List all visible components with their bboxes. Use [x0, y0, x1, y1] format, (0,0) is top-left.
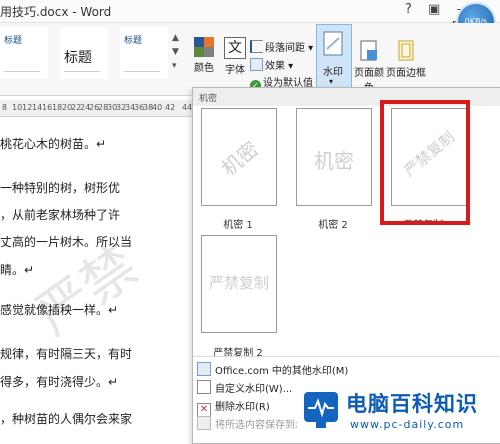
page-color-icon — [360, 40, 377, 61]
document-line: 睛。↵ — [0, 263, 35, 277]
ruler-tick: 12 — [22, 103, 33, 112]
help-button[interactable]: ? — [405, 2, 412, 17]
watermark-caption: 机密 1 — [223, 220, 253, 231]
watermark-thumb-text: 机密 — [216, 136, 263, 181]
fonts-label: 字体 — [225, 65, 245, 76]
ribbon-display-button[interactable]: ▣ — [428, 2, 440, 17]
gallery-section-title: 机密 — [199, 94, 218, 104]
fonts-icon: 文 — [224, 37, 246, 59]
style-gallery-item-1[interactable]: 标题 — [0, 27, 48, 79]
document-page[interactable]: 严禁 桃花心木的树苗。↵ 一种特别的树，树形优 ，从前老家林场种了许 丈高的一片… — [0, 117, 200, 442]
remove-watermark-icon: ✕ — [197, 403, 211, 417]
menu-separator — [193, 356, 499, 357]
watermark-caption: 机密 2 — [318, 220, 348, 231]
document-line: 一种特别的树，树形优 — [0, 181, 121, 195]
style-preview-line — [64, 71, 100, 72]
watermark-icon — [323, 31, 343, 56]
office-icon — [197, 362, 211, 376]
menu-item-save-to-gallery: 将所选内容保存到水印库(S)... — [197, 416, 297, 431]
fonts-button[interactable]: 文 字体 — [222, 37, 248, 76]
custom-watermark-icon — [197, 380, 211, 394]
logo-name: 电脑百科知识 — [346, 392, 478, 416]
style-preview-small: 标题 — [124, 36, 143, 46]
effects-icon — [250, 58, 263, 71]
style-preview-line — [4, 71, 40, 72]
ruler-tick: 44 — [182, 103, 193, 112]
document-line: 规律，有时隔三天，有时 — [0, 347, 133, 361]
style-preview-line — [124, 71, 160, 72]
ruler-tick: 10 — [12, 103, 23, 112]
title-bar: 用技巧.docx - Word ? ▣ — — [0, 0, 500, 23]
document-line: 桃花心木的树苗。↵ — [0, 137, 107, 151]
document-line: 感觉就像插秧一样。↵ — [0, 303, 119, 317]
style-preview-small: 标题 — [4, 36, 23, 46]
page-color-button[interactable]: 页面颜色 — [350, 40, 388, 94]
watermark-thumb-confidential-1[interactable]: 机密 — [201, 108, 277, 206]
colors-icon — [194, 37, 214, 57]
logo-url: www.pc-daily.com — [350, 418, 465, 431]
monitor-icon — [304, 392, 338, 422]
ruler-tick: 18 — [52, 103, 63, 112]
gallery-scroll[interactable]: ▲ ▼ ▾ — [172, 31, 182, 75]
ruler-tick: 40 — [152, 103, 163, 112]
paragraph-spacing-icon — [250, 40, 263, 53]
menu-label: 删除水印(R) — [215, 402, 270, 413]
chevron-down-icon: ▾ — [329, 77, 334, 86]
paragraph-spacing-label: 段落间距 — [265, 43, 305, 54]
menu-label: Office.com 中的其他水印(M) — [215, 366, 349, 377]
document-line: 得多，有时浇得少。↵ — [0, 375, 119, 389]
menu-item-remove-watermark[interactable]: ✕ 删除水印(R) — [197, 398, 270, 417]
colors-button[interactable]: 颜色 — [190, 37, 218, 74]
watermark-thumb-confidential-2[interactable]: 机密 — [296, 108, 372, 206]
watermark-thumb-text: 严禁复制 — [208, 274, 269, 292]
menu-label: 将所选内容保存到水印库(S)... — [215, 420, 297, 431]
window-title: 用技巧.docx - Word — [0, 5, 112, 19]
style-gallery-item-3[interactable]: 标题 — [120, 27, 168, 79]
effects-button[interactable]: 效果 ▾ — [250, 57, 293, 72]
watermark-label: 水印 — [323, 67, 343, 78]
menu-item-more-watermarks[interactable]: Office.com 中的其他水印(M) — [197, 362, 348, 377]
style-preview-big: 标题 — [64, 50, 92, 66]
selection-highlight-box — [380, 100, 470, 225]
watermark-button[interactable]: 水印 ▾ — [316, 24, 352, 92]
menu-label: 自定义水印(W)... — [215, 384, 293, 395]
menu-item-custom-watermark[interactable]: 自定义水印(W)... — [197, 380, 292, 395]
style-gallery-item-2[interactable]: 标题 — [60, 27, 108, 79]
page-borders-button[interactable]: 页面边框 — [386, 40, 426, 79]
ruler-tick: 14 — [32, 103, 43, 112]
watermark-thumb-text: 机密 — [314, 149, 354, 173]
document-line: ，从前老家林场种了许 — [0, 208, 121, 222]
monitor-stand — [316, 422, 326, 428]
ruler-tick: 42 — [165, 103, 176, 112]
save-icon — [197, 416, 211, 430]
paragraph-spacing-button[interactable]: 段落间距 ▾ — [250, 39, 313, 54]
horizontal-ruler[interactable]: 8 10 12 14 16 18 20 22 24 26 28 30 32 34… — [0, 100, 200, 117]
watermark-thumb-do-not-copy-2[interactable]: 严禁复制 — [201, 235, 277, 333]
document-line: ，种树苗的人偶尔会来家 — [0, 412, 133, 426]
page-borders-label: 页面边框 — [386, 68, 426, 79]
colors-label: 颜色 — [194, 63, 214, 74]
ruler-tick: 16 — [42, 103, 53, 112]
document-line: 丈高的一片树木。所以当 — [0, 235, 133, 249]
effects-label: 效果 — [265, 61, 285, 72]
page-borders-icon — [398, 40, 414, 61]
ruler-tick: 8 — [2, 103, 8, 112]
site-logo: 电脑百科知识 www.pc-daily.com — [298, 386, 500, 442]
